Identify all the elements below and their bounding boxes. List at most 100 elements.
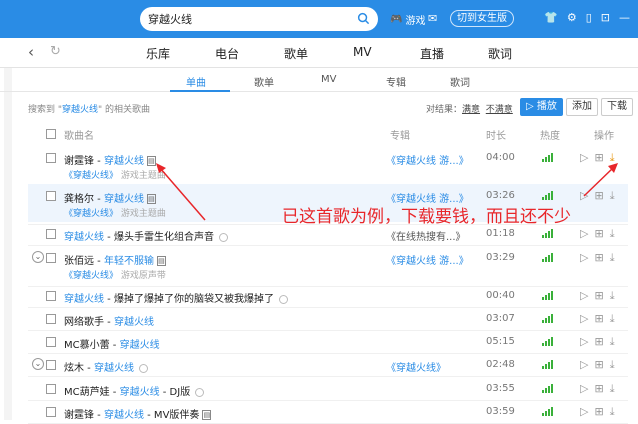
mail-icon[interactable]: ✉	[428, 12, 437, 25]
song-title[interactable]: 穿越火线	[114, 317, 154, 328]
song-name[interactable]: 穿越火线 - 爆头手雷生化组合声音	[64, 228, 228, 243]
tab-live[interactable]: 直播	[420, 45, 444, 62]
play-icon[interactable]: ▷	[580, 251, 588, 265]
play-icon[interactable]: ▷	[580, 312, 588, 326]
song-title[interactable]: 穿越火线	[64, 232, 104, 243]
play-icon[interactable]: ▷	[580, 189, 588, 203]
search-icon[interactable]	[357, 12, 370, 25]
tab-library[interactable]: 乐库	[146, 45, 170, 62]
song-name[interactable]: 龚格尔 - 穿越火线 ▤	[64, 190, 156, 205]
song-album[interactable]: 《穿越火线 游...》	[386, 152, 469, 167]
add-to-list-icon[interactable]: ⊞	[594, 227, 603, 241]
mobile-icon[interactable]: ▯	[586, 11, 592, 24]
tab-playlists[interactable]: 歌单	[284, 45, 308, 62]
song-checkbox[interactable]	[46, 407, 56, 417]
song-title[interactable]: 穿越火线	[120, 387, 160, 398]
subtab-songs[interactable]: 单曲	[186, 74, 206, 89]
play-icon[interactable]: ▷	[580, 358, 588, 372]
download-icon[interactable]: ⤓	[610, 382, 615, 396]
song-name[interactable]: 谢霆锋 - 穿越火线 ▤	[64, 152, 156, 167]
search-input[interactable]: 穿越火线	[148, 11, 192, 27]
song-name[interactable]: 谢霆锋 - 穿越火线 - MV版伴奏 ▤	[64, 406, 212, 421]
add-to-list-icon[interactable]: ⊞	[594, 289, 603, 303]
song-checkbox[interactable]	[46, 384, 56, 394]
download-icon[interactable]: ⤓	[610, 335, 615, 349]
download-icon[interactable]: ⤓	[610, 251, 615, 265]
download-icon[interactable]: ⤓	[610, 312, 615, 326]
settings-icon[interactable]: ⚙	[567, 11, 577, 24]
song-title[interactable]: 穿越火线	[104, 156, 144, 167]
song-name[interactable]: 网络歌手 - 穿越火线	[64, 313, 154, 328]
song-title[interactable]: 穿越火线	[104, 410, 144, 421]
mv-icon[interactable]: ▤	[146, 156, 156, 166]
satisfied-link[interactable]: 满意	[462, 105, 480, 115]
song-album[interactable]: 《穿越火线》	[386, 359, 446, 374]
song-name[interactable]: MC慕小蕾 - 穿越火线	[64, 336, 160, 351]
expand-icon[interactable]: ⌄	[32, 251, 44, 263]
song-title[interactable]: 穿越火线	[94, 363, 134, 374]
song-name[interactable]: 炫木 - 穿越火线	[64, 359, 148, 374]
mini-mode-icon[interactable]: ⊡	[601, 11, 610, 24]
download-icon[interactable]: ⤓	[610, 289, 615, 303]
play-icon[interactable]: ▷	[580, 335, 588, 349]
song-title[interactable]: 穿越火线	[120, 340, 160, 351]
song-checkbox[interactable]	[46, 360, 56, 370]
download-icon[interactable]: ⤓	[610, 227, 615, 241]
add-to-list-icon[interactable]: ⊞	[594, 358, 603, 372]
subtab-albums[interactable]: 专辑	[386, 74, 406, 89]
song-artist[interactable]: 谢霆锋 -	[64, 410, 104, 421]
tab-lyrics[interactable]: 歌词	[488, 45, 512, 62]
song-checkbox[interactable]	[46, 153, 56, 163]
scrollbar[interactable]	[4, 68, 12, 420]
download-button[interactable]: 下载	[601, 98, 633, 116]
song-checkbox[interactable]	[46, 314, 56, 324]
song-name[interactable]: MC葫芦娃 - 穿越火线 - DJ版	[64, 383, 205, 398]
tab-mv[interactable]: MV	[353, 45, 372, 59]
add-to-list-icon[interactable]: ⊞	[594, 405, 603, 419]
song-checkbox[interactable]	[46, 253, 56, 263]
song-artist[interactable]: MC慕小蕾 -	[64, 340, 120, 351]
song-artist[interactable]: 炫木 -	[64, 363, 94, 374]
add-to-list-icon[interactable]: ⊞	[594, 189, 603, 203]
games-link[interactable]: 🎮 游戏	[390, 12, 425, 27]
add-to-list-icon[interactable]: ⊞	[594, 151, 603, 165]
play-icon[interactable]: ▷	[580, 151, 588, 165]
song-artist[interactable]: 龚格尔 -	[64, 194, 104, 205]
skin-icon[interactable]: 👕	[544, 11, 558, 24]
song-title[interactable]: 穿越火线	[104, 194, 144, 205]
tab-radio[interactable]: 电台	[215, 45, 239, 62]
song-album[interactable]: 《穿越火线 游...》	[386, 252, 469, 267]
song-album[interactable]: 《在线热搜有...》	[386, 228, 466, 243]
select-all-checkbox[interactable]	[46, 129, 56, 139]
subtab-lyrics[interactable]: 歌词	[450, 74, 470, 89]
add-to-list-icon[interactable]: ⊞	[594, 335, 603, 349]
minimize-icon[interactable]: —	[619, 11, 630, 24]
switch-female-version-button[interactable]: 切到女生版	[450, 10, 514, 27]
download-icon[interactable]: ⤓	[610, 151, 615, 165]
song-title[interactable]: 穿越火线	[64, 294, 104, 305]
song-artist[interactable]: MC葫芦娃 -	[64, 387, 120, 398]
play-icon[interactable]: ▷	[580, 227, 588, 241]
add-to-list-icon[interactable]: ⊞	[594, 382, 603, 396]
download-icon[interactable]: ⤓	[610, 358, 615, 372]
song-artist[interactable]: 张佰远 -	[64, 256, 104, 267]
song-artist[interactable]: 网络歌手 -	[64, 317, 114, 328]
back-icon[interactable]: ‹	[28, 43, 34, 61]
add-button[interactable]: 添加	[566, 98, 598, 116]
song-checkbox[interactable]	[46, 337, 56, 347]
song-checkbox[interactable]	[46, 191, 56, 201]
song-checkbox[interactable]	[46, 291, 56, 301]
add-to-list-icon[interactable]: ⊞	[594, 312, 603, 326]
song-title[interactable]: 年轻不服输	[104, 256, 154, 267]
mv-icon[interactable]: ▤	[156, 256, 166, 266]
song-artist[interactable]: 谢霆锋 -	[64, 156, 104, 167]
mv-icon[interactable]: ▤	[146, 194, 156, 204]
play-icon[interactable]: ▷	[580, 382, 588, 396]
play-all-button[interactable]: ▷ 播放	[520, 98, 563, 116]
refresh-icon[interactable]: ↻	[50, 44, 61, 59]
song-checkbox[interactable]	[46, 229, 56, 239]
unsatisfied-link[interactable]: 不满意	[486, 105, 513, 115]
add-to-list-icon[interactable]: ⊞	[594, 251, 603, 265]
song-name[interactable]: 穿越火线 - 爆掉了爆掉了你的脑袋又被我爆掉了	[64, 290, 288, 305]
expand-icon[interactable]: ⌄	[32, 358, 44, 370]
